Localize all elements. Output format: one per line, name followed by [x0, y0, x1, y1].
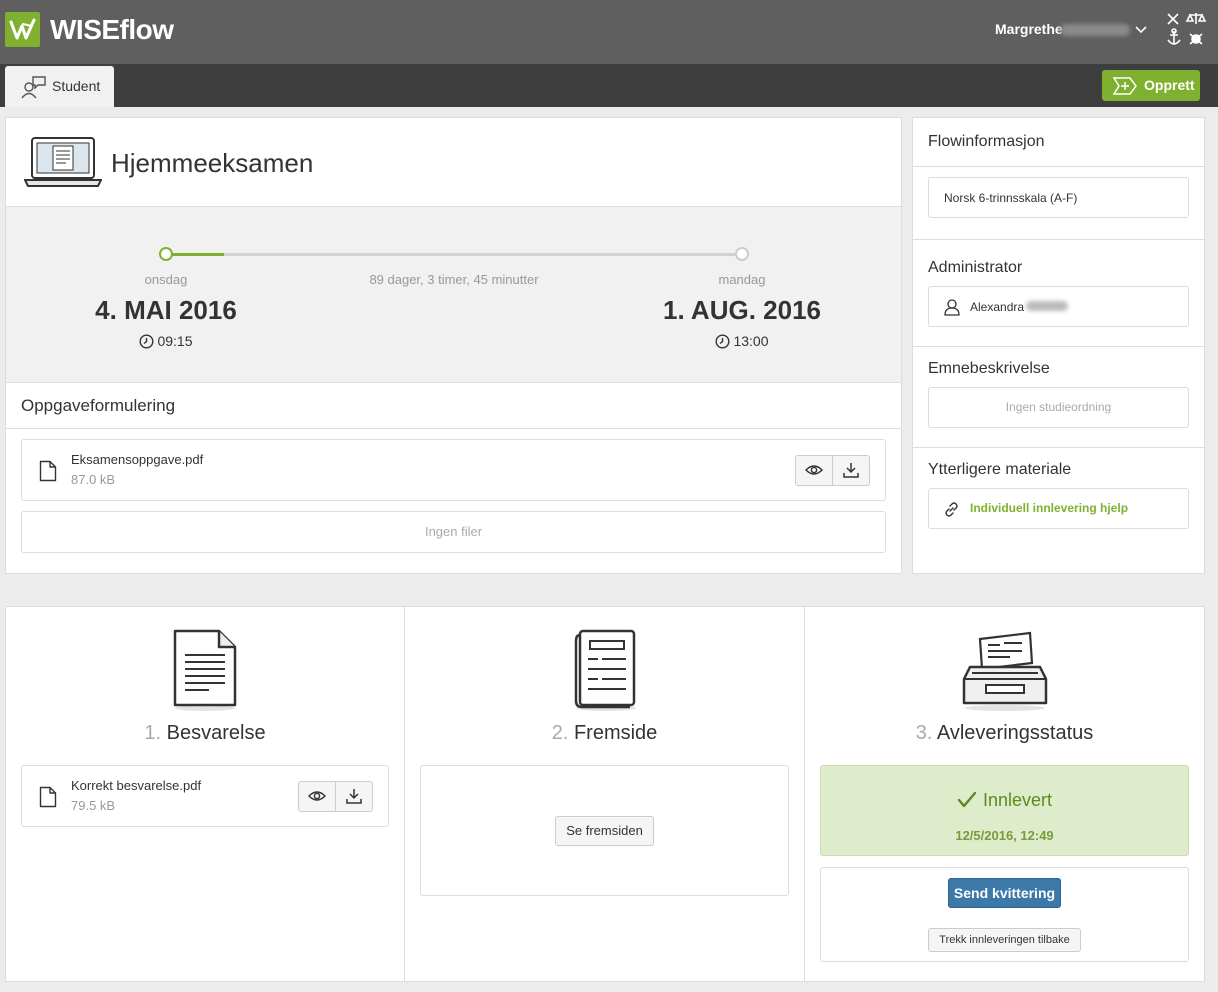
withdraw-submission-button[interactable]: Trekk innleveringen tilbake [928, 928, 1081, 952]
submission-steps: 1. Besvarelse Korrekt besvarelse.pdf 79.… [5, 606, 1205, 982]
user-icon [944, 299, 960, 316]
timeline-progress [166, 253, 224, 256]
subject-heading: Emnebeskrivelse [928, 360, 1050, 377]
link-icon [945, 502, 958, 517]
step-status-title: 3. Avleveringsstatus [915, 722, 1094, 744]
flow-info-heading: Flowinformasjon [928, 133, 1045, 150]
exam-title: Hjemmeeksamen [111, 148, 314, 178]
student-icon [21, 76, 46, 99]
exam-panel: Hjemmeeksamen onsdag 4. MAI 2016 09:15 8… [5, 117, 902, 574]
tab-student[interactable]: Student [5, 66, 114, 107]
exam-timeline: onsdag 4. MAI 2016 09:15 89 dager, 3 tim… [6, 207, 901, 383]
end-weekday: mandag [718, 272, 766, 287]
download-icon [346, 789, 362, 804]
status-label: Innlevert [982, 790, 1053, 810]
step-frontpage-title: 2. Fremside [551, 722, 658, 744]
tools-icon-group[interactable] [1164, 10, 1208, 50]
preview-button[interactable] [299, 782, 336, 811]
timeline-start-marker [159, 247, 173, 261]
chevron-down-icon[interactable] [1134, 22, 1148, 36]
step-answer-title: 1. Besvarelse [144, 722, 266, 744]
step-status: 3. Avleveringsstatus Innlevert 12/5/2016… [805, 607, 1204, 981]
frontpage-book-icon [574, 629, 636, 711]
eye-icon [308, 791, 326, 801]
divider [913, 447, 1204, 448]
end-date: 1. AUG. 2016 [662, 295, 821, 325]
start-date: 4. MAI 2016 [95, 295, 237, 325]
checkmark-icon [957, 791, 977, 808]
download-button[interactable] [833, 456, 870, 485]
receipt-actions-box: Send kvittering Trekk innleveringen tilb… [820, 867, 1189, 962]
answer-file-name[interactable]: Korrekt besvarelse.pdf [71, 778, 201, 793]
step-answer: 1. Besvarelse Korrekt besvarelse.pdf 79.… [6, 607, 405, 981]
view-frontpage-button[interactable]: Se fremsiden [555, 816, 654, 846]
document-icon [39, 460, 57, 482]
status-label-row: Innlevert [821, 790, 1188, 811]
answer-file-row: Korrekt besvarelse.pdf 79.5 kB [21, 765, 389, 827]
administrator-heading: Administrator [928, 259, 1023, 276]
grading-scale-box: Norsk 6-trinnsskala (A-F) [928, 177, 1189, 218]
clock-icon [715, 334, 730, 349]
answer-file-actions [298, 781, 373, 812]
timeline-end-marker [735, 247, 749, 261]
eye-icon [805, 465, 823, 475]
frontpage-box: Se fremsiden [420, 765, 789, 896]
start-time-row: 09:15 [66, 333, 266, 349]
user-name[interactable]: Margrethe [995, 21, 1063, 37]
wiseflow-logo-icon[interactable] [5, 12, 40, 47]
assignment-file-name[interactable]: Eksamensoppgave.pdf [71, 452, 203, 467]
assignment-section-header: Oppgaveformulering [6, 383, 901, 429]
tab-student-label: Student [52, 78, 101, 94]
assignment-file-size: 87.0 kB [71, 472, 116, 487]
start-time: 09:15 [157, 333, 193, 349]
exam-header: Hjemmeeksamen [6, 118, 901, 207]
top-bar: WISEflow Margrethe [0, 0, 1218, 64]
material-heading: Ytterligere materiale [928, 461, 1072, 478]
brand-name[interactable]: WISEflow [50, 14, 174, 46]
subject-box: Ingen studieordning [928, 387, 1189, 428]
tab-bar: Student Opprett [0, 64, 1218, 107]
flow-info-panel: Flowinformasjon Norsk 6-trinnsskala (A-F… [912, 117, 1205, 574]
grading-scale: Norsk 6-trinnsskala (A-F) [944, 191, 1078, 205]
create-button[interactable]: Opprett [1102, 70, 1200, 101]
document-icon [39, 786, 57, 808]
inbox-tray-icon [962, 631, 1048, 711]
timeline-track [166, 253, 742, 256]
step-frontpage: 2. Fremside Se fremsiden [405, 607, 805, 981]
preview-button[interactable] [796, 456, 833, 485]
answer-document-icon [173, 629, 237, 711]
material-box[interactable]: Individuell innlevering hjelp [928, 488, 1189, 529]
administrator-name: Alexandra [970, 300, 1025, 314]
assignment-heading: Oppgaveformulering [21, 396, 176, 415]
divider [913, 239, 1204, 240]
laptop-icon [24, 137, 102, 187]
download-button[interactable] [336, 782, 373, 811]
divider [913, 346, 1204, 347]
send-receipt-button[interactable]: Send kvittering [948, 878, 1061, 908]
end-time: 13:00 [733, 333, 769, 349]
end-time-row: 13:00 [642, 333, 842, 349]
administrator-box[interactable]: Alexandra [928, 286, 1189, 327]
divider [913, 166, 1204, 167]
download-icon [843, 463, 859, 478]
administrator-surname-redacted [1026, 301, 1068, 311]
submission-timestamp: 12/5/2016, 12:49 [955, 828, 1054, 843]
time-remaining: 89 dager, 3 timer, 45 minutter [369, 272, 539, 287]
material-link[interactable]: Individuell innlevering hjelp [970, 501, 1128, 515]
submission-status-box: Innlevert 12/5/2016, 12:49 [820, 765, 1189, 856]
no-files-box: Ingen filer [21, 511, 886, 553]
create-flow-icon [1112, 77, 1137, 95]
assignment-file-row: Eksamensoppgave.pdf 87.0 kB [21, 439, 886, 501]
user-surname-redacted [1060, 24, 1130, 36]
clock-icon [139, 334, 154, 349]
answer-file-size: 79.5 kB [71, 798, 116, 813]
assignment-file-actions [795, 455, 870, 486]
start-weekday: onsdag [144, 272, 188, 287]
create-button-label: Opprett [1144, 77, 1195, 93]
